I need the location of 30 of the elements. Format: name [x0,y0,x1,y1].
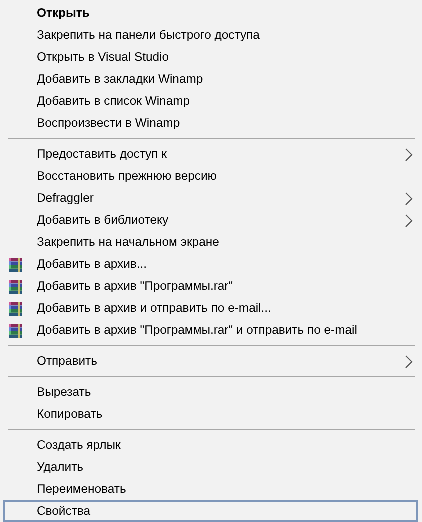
menu-item[interactable]: Вырезать [3,381,418,403]
menu-item[interactable]: Закрепить на начальном экране [3,231,418,253]
menu-item[interactable]: Свойства [3,500,418,522]
books-stack-icon [8,257,24,273]
menu-item[interactable]: Добавить в архив "Программы.rar" и отправить по e-mail [3,319,418,341]
menu-item[interactable]: Добавить в архив... [3,253,418,275]
menu-item[interactable]: Добавить в архив "Программы.rar" [3,275,418,297]
menu-item[interactable]: Добавить в библиотеку [3,209,418,231]
chevron-right-icon [405,148,413,162]
menu-item[interactable]: Закрепить на панели быстрого доступа [3,24,418,46]
menu-item[interactable]: Открыть [3,2,418,24]
menu-item[interactable]: Копировать [3,403,418,425]
menu-item[interactable]: Добавить в список Winamp [3,90,418,112]
menu-item[interactable]: Воспроизвести в Winamp [3,112,418,134]
books-stack-icon [8,279,24,295]
menu-item[interactable]: Восстановить прежнюю версию [3,165,418,187]
menu-item[interactable]: Предоставить доступ к [3,143,418,165]
menu-item[interactable]: Добавить в архив и отправить по e-mail... [3,297,418,319]
menu-item[interactable]: Отправить [3,350,418,372]
menu-item[interactable]: Defraggler [3,187,418,209]
menu-item[interactable]: Открыть в Visual Studio [3,46,418,68]
books-stack-icon [8,323,24,339]
chevron-right-icon [405,214,413,228]
books-stack-icon [8,301,24,317]
menu-item[interactable]: Переименовать [3,478,418,500]
menu-item[interactable]: Добавить в закладки Winamp [3,68,418,90]
menu-item[interactable]: Удалить [3,456,418,478]
menu-item[interactable]: Создать ярлык [3,434,418,456]
chevron-right-icon [405,192,413,206]
chevron-right-icon [405,355,413,369]
